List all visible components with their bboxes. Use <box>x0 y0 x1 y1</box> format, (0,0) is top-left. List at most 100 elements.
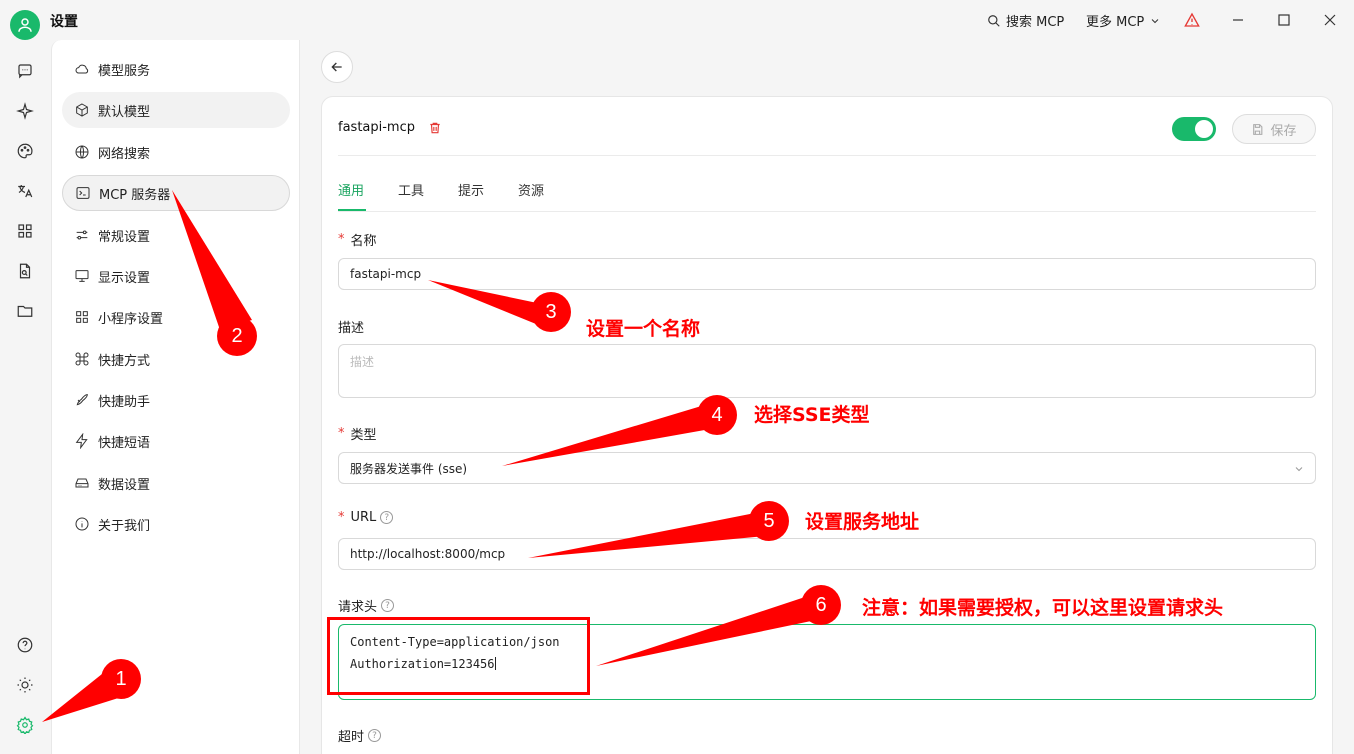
monitor-icon <box>75 270 89 282</box>
more-mcp-dropdown[interactable]: 更多 MCP <box>1086 11 1161 30</box>
nav-item-quick-phrases[interactable]: 快捷短语 <box>62 423 290 459</box>
nav-item-label: 显示设置 <box>98 270 151 286</box>
chevron-down-icon <box>1151 18 1159 23</box>
annotation-badge-1: 1 <box>101 659 141 699</box>
description-placeholder: 描述 <box>350 355 375 369</box>
search-icon <box>988 14 1000 27</box>
nav-item-about[interactable]: 关于我们 <box>62 506 290 542</box>
rocket-icon <box>76 394 88 406</box>
server-name: fastapi-mcp <box>338 120 415 135</box>
nav-item-label: 模型服务 <box>98 63 151 79</box>
more-mcp-label: 更多 MCP <box>1086 15 1145 30</box>
maximize-button[interactable] <box>1272 8 1296 32</box>
cube-icon <box>76 103 88 117</box>
maximize-icon <box>1278 14 1290 26</box>
user-icon <box>18 18 32 32</box>
file-search-icon[interactable] <box>14 260 36 282</box>
annotation-badge-6: 6 <box>801 585 841 625</box>
terminal-icon <box>76 187 90 199</box>
close-icon <box>1324 14 1336 26</box>
save-label: 保存 <box>1270 123 1297 139</box>
tab-resources[interactable]: 资源 <box>518 180 544 199</box>
annotation-note-3: 设置一个名称 <box>586 318 701 340</box>
nav-item-label: 常规设置 <box>98 229 151 245</box>
trash-icon <box>430 122 440 134</box>
help-icon[interactable]: ? <box>380 511 394 524</box>
url-input[interactable]: http://localhost:8000/mcp <box>338 538 1316 570</box>
url-value: http://localhost:8000/mcp <box>350 547 506 561</box>
required-mark: * <box>338 510 345 525</box>
chat-icon[interactable] <box>14 60 36 82</box>
translate-icon[interactable] <box>14 180 36 202</box>
nav-item-label: 数据设置 <box>98 477 151 493</box>
globe-icon <box>75 145 89 159</box>
app-title: 设置 <box>50 14 78 30</box>
nav-item-quick-assistant[interactable]: 快捷助手 <box>62 382 290 418</box>
nav-item-label: 快捷助手 <box>98 394 151 410</box>
warning-icon[interactable] <box>1180 8 1204 32</box>
folder-icon[interactable] <box>14 300 36 322</box>
nav-item-label: MCP 服务器 <box>99 187 171 203</box>
required-mark: * <box>338 426 345 441</box>
tab-prompts[interactable]: 提示 <box>458 180 484 199</box>
nav-item-label: 快捷方式 <box>98 353 151 369</box>
nav-item-web-search[interactable]: 网络搜索 <box>62 134 290 170</box>
timeout-label-text: 超时 <box>338 730 365 745</box>
description-input[interactable]: 描述 <box>338 344 1316 398</box>
zap-icon <box>75 433 88 449</box>
nav-item-mcp-server[interactable]: MCP 服务器 <box>62 175 290 211</box>
nav-item-general[interactable]: 常规设置 <box>62 217 290 253</box>
help-icon[interactable] <box>14 634 36 656</box>
drive-icon <box>75 478 89 488</box>
name-input[interactable]: fastapi-mcp <box>338 258 1316 290</box>
nav-item-shortcuts[interactable]: 快捷方式 <box>62 341 290 377</box>
save-button[interactable]: 保存 <box>1232 114 1316 144</box>
theme-icon[interactable] <box>14 674 36 696</box>
help-icon[interactable]: ? <box>368 729 382 742</box>
save-icon <box>1253 123 1263 135</box>
nav-item-display[interactable]: 显示设置 <box>62 258 290 294</box>
search-mcp-label: 搜索 MCP <box>1006 15 1065 30</box>
annotation-badge-3: 3 <box>531 292 571 332</box>
nav-item-model-service[interactable]: 模型服务 <box>62 51 290 87</box>
nav-item-default-model[interactable]: 默认模型 <box>62 92 290 128</box>
type-value: 服务器发送事件 (sse) <box>350 461 468 476</box>
nav-item-label: 小程序设置 <box>98 311 164 327</box>
tabs-divider <box>338 211 1316 212</box>
tab-tools[interactable]: 工具 <box>398 180 424 199</box>
minimize-button[interactable] <box>1226 8 1250 32</box>
settings-nav: 模型服务 默认模型 网络搜索 MCP 服务器 常规设置 显示设置 小程序设置 快… <box>51 40 300 754</box>
description-label: 描述 <box>338 317 364 336</box>
chevron-down-icon <box>1295 467 1303 472</box>
nav-item-label: 快捷短语 <box>98 435 151 451</box>
nav-item-label: 关于我们 <box>98 518 151 534</box>
tab-general[interactable]: 通用 <box>338 180 364 199</box>
sparkle-icon[interactable] <box>14 100 36 122</box>
required-mark: * <box>338 232 345 247</box>
type-label: * 类型 <box>338 424 377 443</box>
nav-item-data[interactable]: 数据设置 <box>62 465 290 501</box>
headers-label-text: 请求头 <box>338 600 378 615</box>
server-enabled-toggle[interactable] <box>1172 117 1216 141</box>
minimize-icon <box>1233 19 1243 21</box>
annotation-note-4: 选择SSE类型 <box>754 404 870 426</box>
nav-item-label: 默认模型 <box>98 104 151 120</box>
annotation-note-5: 设置服务地址 <box>805 511 920 533</box>
cloud-icon <box>75 64 89 74</box>
help-icon[interactable]: ? <box>381 599 395 612</box>
back-button[interactable] <box>321 51 353 83</box>
annotation-badge-2: 2 <box>217 316 257 356</box>
settings-icon[interactable] <box>14 714 36 736</box>
search-mcp-button[interactable]: 搜索 MCP <box>987 11 1064 30</box>
annotation-badge-5: 5 <box>749 501 789 541</box>
palette-icon[interactable] <box>14 140 36 162</box>
info-icon <box>75 517 89 531</box>
apps-icon[interactable] <box>14 220 36 242</box>
type-select[interactable]: 服务器发送事件 (sse) <box>338 452 1316 484</box>
grid-icon <box>76 311 88 323</box>
type-label-text: 类型 <box>350 428 377 443</box>
close-button[interactable] <box>1318 8 1342 32</box>
headers-label: 请求头 ? <box>338 596 395 615</box>
user-avatar[interactable] <box>10 10 40 40</box>
delete-button[interactable] <box>428 121 442 139</box>
